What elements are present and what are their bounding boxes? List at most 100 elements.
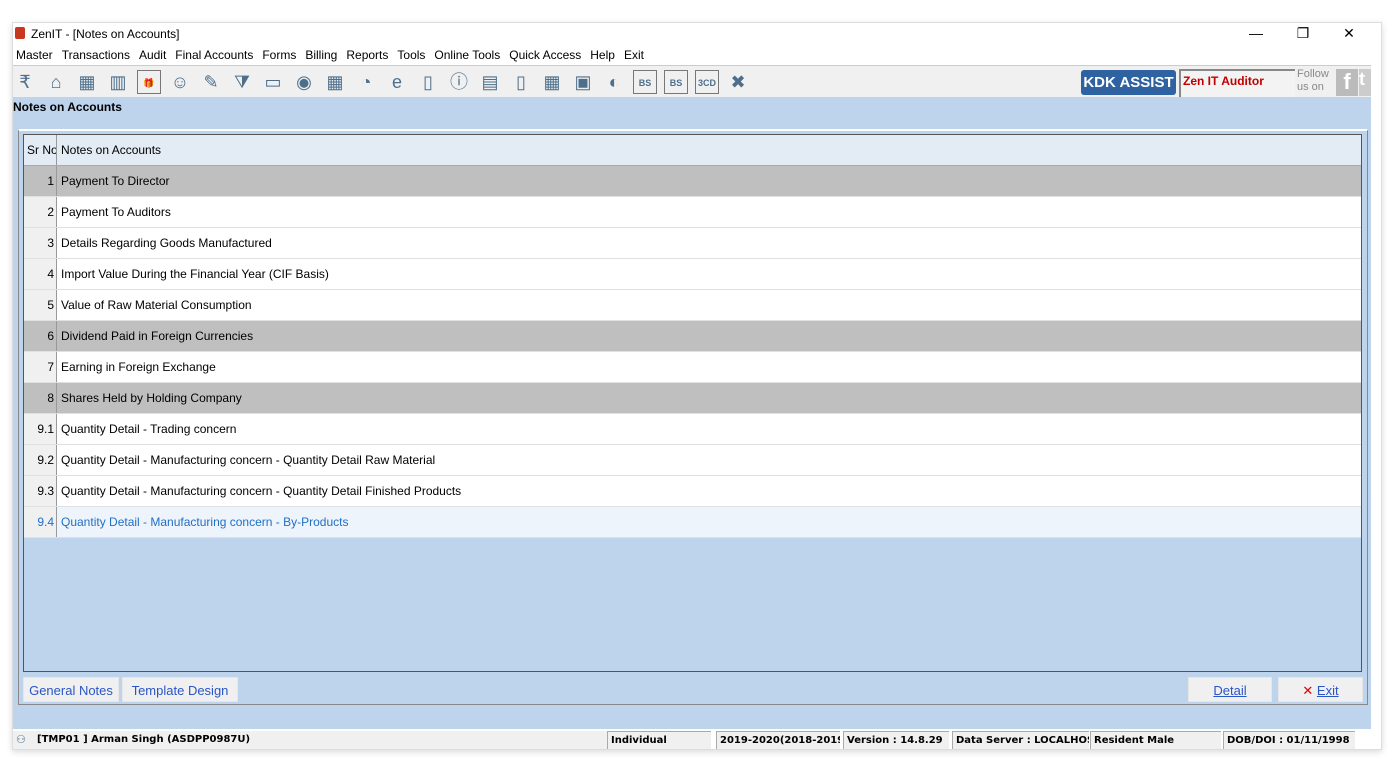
row-sr-no: 3 <box>24 228 57 258</box>
arrow-circle-icon[interactable]: ◉ <box>292 70 316 94</box>
row-note-name: Value of Raw Material Consumption <box>61 298 252 312</box>
menu-tools[interactable]: Tools <box>394 45 431 65</box>
book-icon[interactable]: ▯ <box>416 70 440 94</box>
header-sr-no[interactable]: Sr No <box>24 135 57 165</box>
close-button[interactable]: ✕ <box>1326 23 1372 43</box>
table-row[interactable]: 7 Earning in Foreign Exchange <box>24 352 1361 383</box>
epay-icon[interactable]: e <box>385 70 409 94</box>
row-note-name: Dividend Paid in Foreign Currencies <box>61 329 254 343</box>
menu-transactions[interactable]: Transactions <box>59 45 136 65</box>
exit-button[interactable]: ✕ Exit <box>1278 677 1363 702</box>
toolbar: KDK ASSIST Zen IT Auditor Follow us on f … <box>13 65 1371 97</box>
menu-bar: Master Transactions Audit Final Accounts For… <box>13 45 650 65</box>
menu-forms[interactable]: Forms <box>259 45 302 65</box>
detail-button[interactable]: Detail <box>1188 677 1272 702</box>
status-server: Data Server : LOCALHOST <box>952 731 1089 749</box>
restore-button[interactable]: ❐ <box>1280 23 1326 43</box>
row-note-name: Shares Held by Holding Company <box>61 391 242 405</box>
page-title: Notes on Accounts <box>13 100 122 114</box>
menu-master[interactable]: Master <box>13 45 59 65</box>
table-row[interactable]: 6 Dividend Paid in Foreign Currencies <box>24 321 1361 352</box>
bs-sch-icon[interactable]: BS <box>664 70 688 94</box>
minimize-button[interactable]: — <box>1233 23 1279 43</box>
app-window: ZenIT - [Notes on Accounts] — ❐ ✕ Master… <box>12 22 1382 750</box>
template-design-button[interactable]: Template Design <box>122 677 238 702</box>
zen-it-auditor-link[interactable]: Zen IT Auditor <box>1179 69 1295 97</box>
report-icon[interactable]: ▤ <box>478 70 502 94</box>
filter-icon[interactable]: ⧩ <box>230 70 254 94</box>
users-status-icon: ⚇ <box>16 733 26 746</box>
menu-online-tools[interactable]: Online Tools <box>431 45 506 65</box>
menu-final-accounts[interactable]: Final Accounts <box>172 45 259 65</box>
facebook-icon[interactable]: f <box>1336 69 1358 96</box>
bar-chart-icon[interactable]: ▥ <box>106 70 130 94</box>
status-version: Version : 14.8.29 <box>843 731 949 749</box>
status-year: 2019-2020(2018-2019) <box>716 731 840 749</box>
tax-icon[interactable]: ▭ <box>261 70 285 94</box>
menu-quick-access[interactable]: Quick Access <box>506 45 587 65</box>
row-sr-no: 9.4 <box>24 507 57 537</box>
rupee-icon[interactable]: ₹ <box>13 70 37 94</box>
status-user: [TMP01 ] Arman Singh (ASDPP0987U) <box>13 731 607 749</box>
bs-icon[interactable]: BS <box>633 70 657 94</box>
row-sr-no: 9.2 <box>24 445 57 475</box>
gift-icon[interactable]: 🎁 <box>137 70 161 94</box>
row-note-name: Earning in Foreign Exchange <box>61 360 216 374</box>
pin-icon[interactable]: ✎ <box>199 70 223 94</box>
row-sr-no: 6 <box>24 321 57 351</box>
table-row[interactable]: 3 Details Regarding Goods Manufactured <box>24 228 1361 259</box>
status-resident: Resident Male <box>1090 731 1221 749</box>
general-notes-button[interactable]: General Notes <box>23 677 119 702</box>
notes-grid: Sr No Notes on Accounts 1 Payment To Dire… <box>23 134 1362 672</box>
close-circle-icon[interactable]: ✖ <box>726 70 750 94</box>
home-icon[interactable]: ⌂ <box>44 70 68 94</box>
users-icon[interactable]: ☺ <box>168 70 192 94</box>
table-row[interactable]: 9.2 Quantity Detail - Manufacturing conce… <box>24 445 1361 476</box>
menu-audit[interactable]: Audit <box>136 45 172 65</box>
header-notes[interactable]: Notes on Accounts <box>61 135 161 166</box>
status-bar: [TMP01 ] Arman Singh (ASDPP0987U) ⚇ Indi… <box>13 731 1371 749</box>
table-row[interactable]: 8 Shares Held by Holding Company <box>24 383 1361 414</box>
row-sr-no: 5 <box>24 290 57 320</box>
table-row[interactable]: 2 Payment To Auditors <box>24 197 1361 228</box>
folder-add-icon[interactable]: ▣ <box>571 70 595 94</box>
menu-reports[interactable]: Reports <box>343 45 394 65</box>
3cd-icon[interactable]: 3CD <box>695 70 719 94</box>
window-title: ZenIT - [Notes on Accounts] <box>31 27 180 41</box>
row-note-name: Payment To Director <box>61 174 170 188</box>
twitter-icon[interactable]: t <box>1359 69 1371 96</box>
menu-billing[interactable]: Billing <box>302 45 343 65</box>
exit-x-icon: ✕ <box>1302 683 1314 698</box>
row-sr-no: 7 <box>24 352 57 382</box>
row-note-name: Details Regarding Goods Manufactured <box>61 236 272 250</box>
table-row[interactable]: 9.3 Quantity Detail - Manufacturing conce… <box>24 476 1361 507</box>
table-row[interactable]: 5 Value of Raw Material Consumption <box>24 290 1361 321</box>
menu-exit[interactable]: Exit <box>621 45 650 65</box>
pie-icon[interactable]: ◔ <box>354 70 378 94</box>
doc-search-icon[interactable]: ◐ <box>602 70 626 94</box>
row-sr-no: 8 <box>24 383 57 413</box>
us-on-text: us on <box>1297 81 1324 93</box>
title-bar: ZenIT - [Notes on Accounts] — ❐ ✕ <box>13 23 1381 45</box>
table-row[interactable]: 9.4 Quantity Detail - Manufacturing conce… <box>24 507 1361 538</box>
row-note-name: Quantity Detail - Trading concern <box>61 422 237 436</box>
table-row[interactable]: 4 Import Value During the Financial Year … <box>24 259 1361 290</box>
user-doc-icon[interactable]: ▯ <box>509 70 533 94</box>
row-note-name: Import Value During the Financial Year (… <box>61 267 329 281</box>
calculator-icon[interactable]: ▦ <box>323 70 347 94</box>
table-row[interactable]: 9.1 Quantity Detail - Trading concern <box>24 414 1361 445</box>
menu-help[interactable]: Help <box>587 45 621 65</box>
table-row[interactable]: 1 Payment To Director <box>24 166 1361 197</box>
content-area: Notes on Accounts Sr No Notes on Account… <box>13 97 1371 729</box>
exit-label: Exit <box>1316 683 1339 698</box>
row-sr-no: 1 <box>24 166 57 196</box>
row-note-name: Payment To Auditors <box>61 205 171 219</box>
status-dob: DOB/DOI : 01/11/1998 <box>1223 731 1355 749</box>
kdk-assist-button[interactable]: KDK ASSIST <box>1081 70 1176 95</box>
row-note-name: Quantity Detail - Manufacturing concern … <box>61 453 436 467</box>
info-icon[interactable]: ⓘ <box>447 70 471 94</box>
row-note-name: Quantity Detail - Manufacturing concern … <box>61 484 462 498</box>
grid-header: Sr No Notes on Accounts <box>24 135 1361 166</box>
calendar-icon[interactable]: ▦ <box>540 70 564 94</box>
building-icon[interactable]: ▦ <box>75 70 99 94</box>
